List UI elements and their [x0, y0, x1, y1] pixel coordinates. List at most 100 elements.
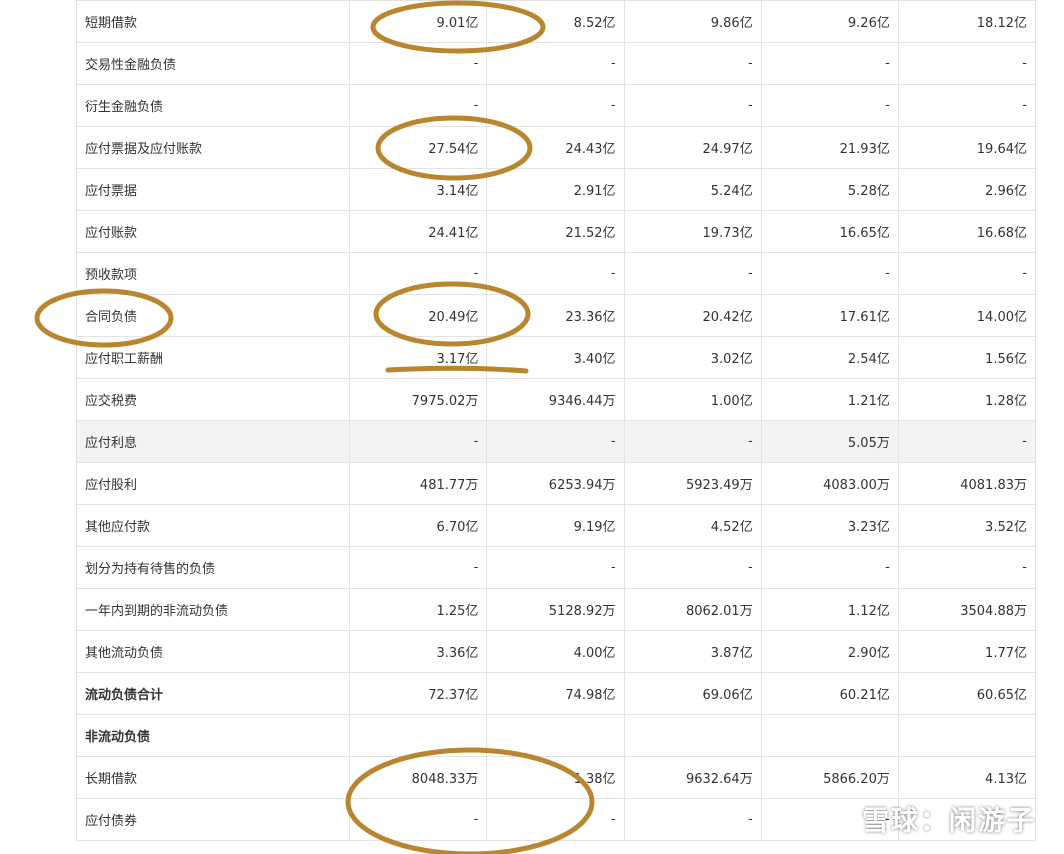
value-cell: - — [349, 798, 488, 841]
value-cell: - — [349, 546, 488, 589]
value-cell: 3.87亿 — [623, 630, 762, 673]
value-cell: - — [486, 42, 625, 85]
value-cell: 24.41亿 — [349, 210, 488, 253]
value-cell: 8048.33万 — [349, 756, 488, 799]
value-cell: 9.19亿 — [486, 504, 625, 547]
table-row: 非流动负债 — [75, 714, 1037, 757]
row-label: 一年内到期的非流动负债 — [75, 588, 351, 631]
value-cell: 1.00亿 — [623, 378, 762, 421]
value-cell: 16.68亿 — [897, 210, 1037, 253]
value-cell: 1.21亿 — [760, 378, 899, 421]
value-cell: 9.26亿 — [760, 0, 899, 43]
value-cell: 2.91亿 — [486, 168, 625, 211]
value-cell: - — [486, 546, 625, 589]
value-cell: - — [897, 420, 1037, 463]
liabilities-table: 短期借款 9.01亿 8.52亿 9.86亿 9.26亿 18.12亿 交易性金融负债 - - -… — [75, 0, 1037, 841]
value-cell: 21.52亿 — [486, 210, 625, 253]
value-cell: 4083.00万 — [760, 462, 899, 505]
value-cell: 3.23亿 — [760, 504, 899, 547]
value-cell: 1.56亿 — [897, 336, 1037, 379]
table-row: 划分为持有待售的负债 - - - - - — [75, 546, 1037, 589]
table-body: 短期借款 9.01亿 8.52亿 9.86亿 9.26亿 18.12亿 交易性金融负债 - - -… — [75, 0, 1037, 841]
value-cell: 9346.44万 — [486, 378, 625, 421]
value-cell — [486, 714, 625, 757]
value-cell: 3504.88万 — [897, 588, 1037, 631]
value-cell: 14.00亿 — [897, 294, 1037, 337]
value-cell: 3.36亿 — [349, 630, 488, 673]
value-cell: - — [486, 84, 625, 127]
value-cell: - — [897, 546, 1037, 589]
row-label: 划分为持有待售的负债 — [75, 546, 351, 589]
value-cell: 1.38亿 — [486, 756, 625, 799]
row-label: 应付利息 — [75, 420, 351, 463]
table-row: 应付票据及应付账款 27.54亿 24.43亿 24.97亿 21.93亿 19.64亿 — [75, 126, 1037, 169]
row-label: 衍生金融负债 — [75, 84, 351, 127]
row-label: 预收款项 — [75, 252, 351, 295]
value-cell: 5.24亿 — [623, 168, 762, 211]
value-cell: 6.70亿 — [349, 504, 488, 547]
value-cell: 74.98亿 — [486, 672, 625, 715]
value-cell — [349, 714, 488, 757]
value-cell: - — [623, 252, 762, 295]
value-cell: 5128.92万 — [486, 588, 625, 631]
value-cell: - — [623, 420, 762, 463]
row-label: 应付职工薪酬 — [75, 336, 351, 379]
value-cell: - — [349, 252, 488, 295]
value-cell — [897, 714, 1037, 757]
value-cell: - — [897, 84, 1037, 127]
row-label: 应付债券 — [75, 798, 351, 841]
table-row: 其他应付款 6.70亿 9.19亿 4.52亿 3.23亿 3.52亿 — [75, 504, 1037, 547]
table-row: 应付股利 481.77万 6253.94万 5923.49万 4083.00万 4081.… — [75, 462, 1037, 505]
value-cell: 7975.02万 — [349, 378, 488, 421]
value-cell: - — [349, 420, 488, 463]
value-cell: 5.28亿 — [760, 168, 899, 211]
value-cell: 20.49亿 — [349, 294, 488, 337]
value-cell: 24.97亿 — [623, 126, 762, 169]
table-row: 短期借款 9.01亿 8.52亿 9.86亿 9.26亿 18.12亿 — [75, 0, 1037, 43]
value-cell: 3.02亿 — [623, 336, 762, 379]
value-cell: 24.43亿 — [486, 126, 625, 169]
value-cell: 2.54亿 — [760, 336, 899, 379]
row-label: 应付股利 — [75, 462, 351, 505]
value-cell: - — [760, 546, 899, 589]
value-cell: 16.65亿 — [760, 210, 899, 253]
value-cell: 4.00亿 — [486, 630, 625, 673]
value-cell: - — [760, 42, 899, 85]
value-cell: 60.21亿 — [760, 672, 899, 715]
row-label: 应付票据及应付账款 — [75, 126, 351, 169]
value-cell: 4.13亿 — [897, 756, 1037, 799]
value-cell: 2.96亿 — [897, 168, 1037, 211]
value-cell: - — [486, 420, 625, 463]
value-cell: - — [486, 252, 625, 295]
watermark-text: 雪球：闲游子 — [862, 806, 1036, 837]
value-cell: 8062.01万 — [623, 588, 762, 631]
value-cell: - — [897, 42, 1037, 85]
row-label: 应付票据 — [75, 168, 351, 211]
value-cell: 23.36亿 — [486, 294, 625, 337]
value-cell: 72.37亿 — [349, 672, 488, 715]
value-cell: 19.64亿 — [897, 126, 1037, 169]
row-label: 非流动负债 — [75, 714, 351, 757]
value-cell: 1.25亿 — [349, 588, 488, 631]
value-cell — [760, 714, 899, 757]
value-cell: 1.28亿 — [897, 378, 1037, 421]
value-cell: 17.61亿 — [760, 294, 899, 337]
value-cell: - — [760, 84, 899, 127]
value-cell: 1.12亿 — [760, 588, 899, 631]
row-label: 应交税费 — [75, 378, 351, 421]
value-cell: 3.52亿 — [897, 504, 1037, 547]
table-row: 应付利息 - - -5.05万 - — [75, 420, 1037, 463]
value-cell: - — [897, 252, 1037, 295]
value-cell — [623, 714, 762, 757]
value-cell: 5923.49万 — [623, 462, 762, 505]
value-cell: 4.52亿 — [623, 504, 762, 547]
table-row: 交易性金融负债 - - - - - — [75, 42, 1037, 85]
row-label: 其他应付款 — [75, 504, 351, 547]
table-row: 其他流动负债 3.36亿 4.00亿 3.87亿 2.90亿 1.77亿 — [75, 630, 1037, 673]
value-cell: 2.90亿 — [760, 630, 899, 673]
table-row: 长期借款 8048.33万 1.38亿 9632.64万 5866.20万 4.13亿 — [75, 756, 1037, 799]
value-cell: - — [623, 798, 762, 841]
value-cell: - — [623, 546, 762, 589]
balance-sheet-table-container: 短期借款 9.01亿 8.52亿 9.86亿 9.26亿 18.12亿 交易性金融负债 - - -… — [75, 0, 1037, 841]
value-cell: 3.40亿 — [486, 336, 625, 379]
